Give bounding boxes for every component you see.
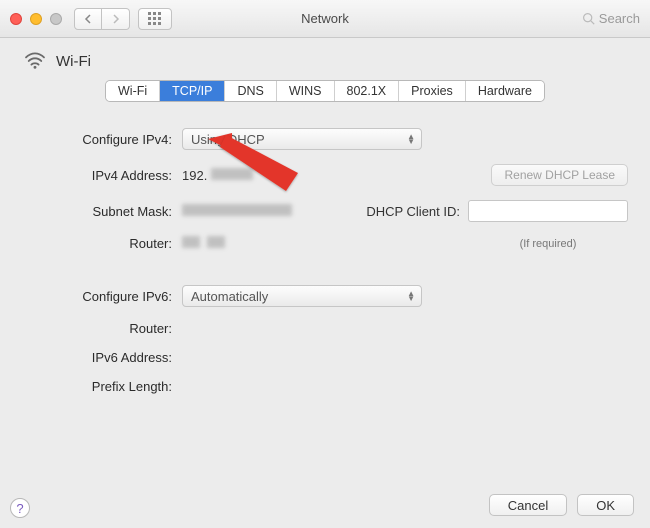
configure-ipv6-value: Automatically [191, 289, 268, 304]
tab-proxies[interactable]: Proxies [399, 81, 466, 101]
search-placeholder: Search [599, 11, 640, 26]
ipv4-router-value [182, 236, 225, 251]
close-icon[interactable] [10, 13, 22, 25]
configure-ipv6-select[interactable]: Automatically ▲▼ [182, 285, 422, 307]
zoom-icon [50, 13, 62, 25]
tab-strip: Wi-Fi TCP/IP DNS WINS 802.1X Proxies Har… [105, 80, 545, 102]
chevron-up-down-icon: ▲▼ [407, 291, 415, 301]
forward-button[interactable] [102, 8, 130, 30]
wifi-title: Wi-Fi [56, 53, 91, 70]
tab-hardware[interactable]: Hardware [466, 81, 544, 101]
window-controls [10, 13, 62, 25]
network-preferences-window: Network Search Wi-Fi Wi-Fi TCP/IP DNS WI… [0, 0, 650, 528]
renew-dhcp-lease-button[interactable]: Renew DHCP Lease [491, 164, 628, 186]
show-all-button[interactable] [138, 8, 172, 30]
wifi-header: Wi-Fi [24, 52, 628, 70]
help-button[interactable]: ? [10, 498, 30, 518]
grid-icon [148, 12, 162, 26]
subnet-mask-label: Subnet Mask: [22, 204, 172, 219]
ipv4-router-label: Router: [22, 236, 172, 251]
chevron-up-down-icon: ▲▼ [407, 134, 415, 144]
tabs: Wi-Fi TCP/IP DNS WINS 802.1X Proxies Har… [22, 80, 628, 102]
footer-buttons: Cancel OK [489, 494, 634, 516]
pane-body: Wi-Fi Wi-Fi TCP/IP DNS WINS 802.1X Proxi… [0, 38, 650, 528]
configure-ipv4-label: Configure IPv4: [22, 132, 172, 147]
nav-buttons [74, 8, 130, 30]
dhcp-clientid-label: DHCP Client ID: [366, 204, 460, 219]
back-button[interactable] [74, 8, 102, 30]
tab-dns[interactable]: DNS [225, 81, 276, 101]
cancel-button[interactable]: Cancel [489, 494, 567, 516]
if-required-note: (If required) [468, 238, 628, 250]
tcpip-form: Configure IPv4: Using DHCP ▲▼ IPv4 Addre… [22, 128, 628, 394]
wifi-icon [24, 52, 46, 70]
dhcp-clientid-input[interactable] [468, 200, 628, 222]
configure-ipv4-select[interactable]: Using DHCP ▲▼ [182, 128, 422, 150]
ipv6-address-label: IPv6 Address: [22, 350, 172, 365]
ipv4-address-label: IPv4 Address: [22, 168, 172, 183]
ipv4-address-value: 192. [182, 168, 253, 183]
search-field[interactable]: Search [582, 11, 640, 26]
minimize-icon[interactable] [30, 13, 42, 25]
chevron-left-icon [84, 14, 92, 24]
tab-wifi[interactable]: Wi-Fi [106, 81, 160, 101]
tab-tcpip[interactable]: TCP/IP [160, 81, 225, 101]
ok-button[interactable]: OK [577, 494, 634, 516]
subnet-mask-value [182, 204, 292, 219]
tab-8021x[interactable]: 802.1X [335, 81, 400, 101]
search-icon [582, 12, 595, 25]
prefix-length-label: Prefix Length: [22, 379, 172, 394]
configure-ipv4-value: Using DHCP [191, 132, 265, 147]
tab-wins[interactable]: WINS [277, 81, 335, 101]
chevron-right-icon [112, 14, 120, 24]
configure-ipv6-label: Configure IPv6: [22, 289, 172, 304]
titlebar: Network Search [0, 0, 650, 38]
ipv6-router-label: Router: [22, 321, 172, 336]
